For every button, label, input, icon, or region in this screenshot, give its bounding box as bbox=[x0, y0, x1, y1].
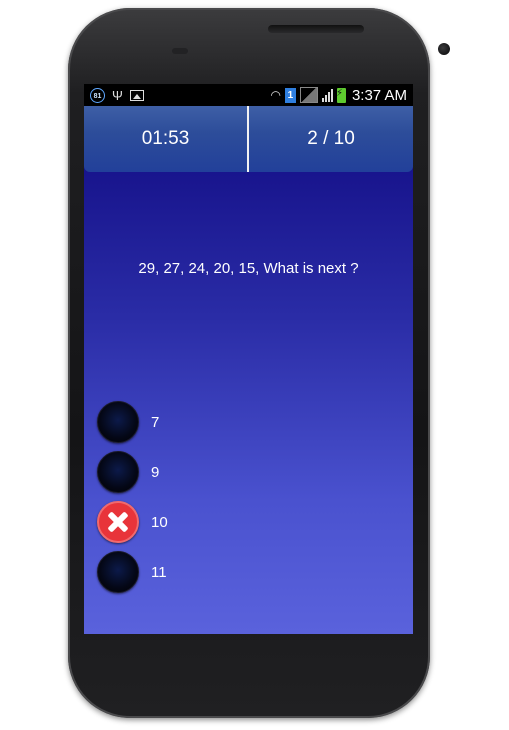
option-radio-button[interactable] bbox=[97, 401, 139, 443]
status-bar: 81 Ψ ◠ 1 3:37 AM bbox=[84, 84, 413, 106]
image-notification-icon bbox=[129, 89, 144, 101]
option-4[interactable]: 11 bbox=[97, 550, 167, 594]
question-text: 29, 27, 24, 20, 15, What is next ? bbox=[138, 260, 359, 277]
phone-screen: 81 Ψ ◠ 1 3:37 AM 01:53 2 / 10 29, 27, 24… bbox=[84, 84, 413, 634]
option-radio-button[interactable] bbox=[97, 551, 139, 593]
signal-strength-icon bbox=[321, 88, 333, 102]
option-label: 7 bbox=[151, 413, 160, 431]
option-label: 9 bbox=[151, 463, 160, 481]
question-progress: 2 / 10 bbox=[307, 128, 355, 149]
notification-count-icon: 81 bbox=[90, 87, 105, 103]
option-3[interactable]: 10 bbox=[97, 500, 168, 544]
option-2[interactable]: 9 bbox=[97, 450, 159, 494]
proximity-sensor bbox=[172, 48, 188, 54]
timer: 01:53 bbox=[141, 128, 190, 149]
option-label: 10 bbox=[151, 513, 168, 531]
speaker-slot bbox=[268, 25, 364, 33]
status-clock: 3:37 AM bbox=[351, 86, 407, 104]
usb-icon: Ψ bbox=[112, 87, 123, 103]
battery-charging-icon bbox=[336, 87, 346, 103]
option-1[interactable]: 7 bbox=[97, 400, 159, 444]
option-radio-button[interactable] bbox=[97, 451, 139, 493]
no-signal-icon bbox=[299, 87, 318, 103]
quiz-screen: 01:53 2 / 10 29, 27, 24, 20, 15, What is… bbox=[84, 106, 413, 634]
front-camera bbox=[438, 43, 450, 55]
quiz-header: 01:53 2 / 10 bbox=[84, 106, 413, 172]
sim-indicator-icon: 1 bbox=[284, 87, 296, 103]
wrong-answer-icon[interactable] bbox=[97, 501, 139, 543]
option-label: 11 bbox=[151, 563, 167, 581]
wifi-icon: ◠ bbox=[270, 88, 281, 102]
